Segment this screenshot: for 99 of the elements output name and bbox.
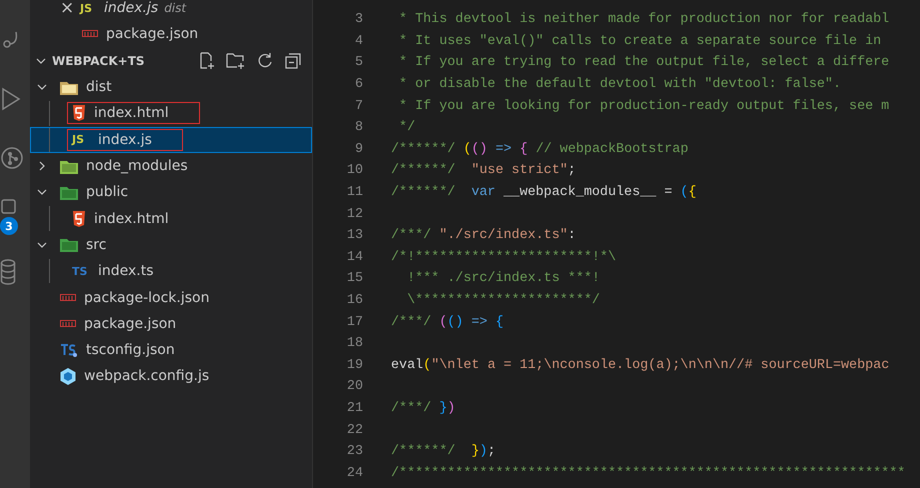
folder-hint: dist (164, 1, 186, 15)
file-name: node_modules (86, 158, 188, 174)
file-name: index.js (98, 132, 152, 148)
line-number: 8 (354, 120, 363, 136)
code-line: /******/ }); (391, 444, 496, 460)
html5-icon (72, 105, 86, 122)
line-number: 17 (346, 314, 363, 330)
line-number: 3 (354, 12, 363, 28)
code-line: /***/ "./src/index.ts": (391, 228, 576, 244)
line-number: 22 (346, 422, 363, 438)
line-number: 5 (354, 55, 363, 70)
tree-item[interactable]: node_modules (30, 152, 312, 180)
git-graph-icon[interactable] (0, 145, 24, 171)
file-name: public (86, 184, 128, 200)
html5-icon (72, 210, 86, 227)
chevron-down-icon[interactable] (37, 240, 47, 250)
code-line: \**********************/ (406, 293, 600, 308)
tree-item[interactable]: index.html (30, 205, 312, 232)
collapse-all-icon[interactable] (284, 52, 302, 70)
code-line: /*!**********************!*\ (391, 250, 616, 265)
file-name: index.ts (98, 263, 154, 280)
folder-icon (60, 184, 78, 200)
line-number: 10 (346, 163, 363, 178)
chevron-down-icon[interactable] (36, 56, 46, 66)
line-number: 14 (346, 250, 363, 265)
file-name: dist (86, 79, 112, 96)
file-name: webpack.config.js (84, 368, 210, 384)
code-line: * If you are looking for production-ready output files, see m (398, 98, 890, 114)
tree-item[interactable]: webpack.config.js (30, 363, 312, 390)
file-name: package.json (84, 316, 176, 332)
open-editor-item[interactable]: package.json (30, 21, 312, 47)
code-line: * This devtool is neither made for production nor for readabl (398, 12, 890, 28)
chevron-down-icon[interactable] (37, 187, 47, 198)
npm-file-icon (60, 294, 76, 302)
ts-file-icon: TS (72, 264, 90, 278)
npm-file-icon (60, 320, 76, 328)
file-name: tsconfig.json (86, 342, 175, 358)
folder-icon (60, 80, 78, 95)
line-number: 15 (346, 271, 363, 286)
file-name: src (86, 236, 106, 253)
code-line: /******/ var __webpack_modules__ = ({ (391, 185, 696, 200)
tree-item[interactable]: src (30, 232, 312, 258)
line-number: 7 (354, 98, 363, 114)
cube-icon (60, 368, 76, 385)
tree-item[interactable]: JS index.js (30, 126, 312, 153)
tree-item[interactable]: package-lock.json (30, 284, 312, 311)
code-line: * It uses "eval()" calls to create a separate source file in (398, 34, 882, 49)
line-number: 12 (346, 206, 363, 222)
code-line: * If you are trying to read the output file, select a differe (398, 55, 890, 70)
close-icon[interactable]: × (60, 0, 74, 16)
tree-item[interactable]: dist (30, 74, 312, 100)
tree-item[interactable]: package.json (30, 310, 312, 337)
code-line: /******/ (() => { // webpackBootstrap (391, 142, 688, 157)
chevron-down-icon[interactable] (37, 82, 47, 92)
code-line: /***/ (() => { (391, 314, 504, 330)
new-file-icon[interactable] (198, 52, 216, 70)
js-file-icon: JS (80, 2, 98, 14)
notification-badge: 3 (0, 217, 18, 235)
code-line: /******/ "use strict"; (391, 163, 576, 178)
code-line: eval("\nlet a = 11;\nconsole.log(a);\n\n\n//# sourceURL=webpac (391, 358, 890, 373)
section-title[interactable]: WEBPACK+TS (52, 54, 145, 68)
line-number: 11 (346, 185, 363, 200)
line-number: 21 (346, 400, 363, 416)
chevron-right-icon[interactable] (37, 161, 47, 172)
code-line: * or disable the default devtool with "devtool: false". (398, 77, 841, 92)
new-folder-icon[interactable] (226, 52, 246, 70)
database-icon[interactable] (0, 258, 16, 286)
file-name: package.json (106, 26, 198, 42)
file-name: index.js (104, 0, 158, 16)
code-line: /***/ }) (391, 400, 456, 416)
file-name: index.html (94, 210, 169, 227)
extensions-icon[interactable] (0, 198, 18, 216)
folder-icon (60, 158, 78, 174)
line-number: 23 (346, 444, 363, 460)
refresh-icon[interactable] (256, 52, 274, 70)
tree-item[interactable]: tsconfig.json (30, 336, 312, 364)
code-line: */ (398, 120, 416, 136)
code-line: /*************************************************************** (391, 466, 906, 481)
tree-item[interactable]: index.html (30, 100, 312, 127)
line-number: 20 (346, 379, 363, 394)
open-editor-item[interactable]: × JS index.js dist (30, 0, 312, 21)
line-number: 19 (346, 358, 363, 373)
line-number: 24 (346, 466, 363, 481)
tsconfig-icon (60, 342, 78, 358)
code-line: !*** ./src/index.ts ***! (406, 271, 600, 286)
line-number: 18 (346, 336, 363, 352)
line-number: 9 (354, 142, 363, 157)
line-number: 4 (354, 34, 363, 49)
folder-icon (60, 237, 78, 252)
js-file-icon: JS (72, 133, 90, 146)
tree-item[interactable]: TS index.ts (30, 258, 312, 284)
run-debug-icon[interactable] (0, 86, 22, 112)
npm-file-icon (82, 30, 98, 38)
line-number: 16 (346, 293, 363, 308)
line-number: 13 (346, 228, 363, 244)
line-number: 6 (354, 77, 363, 92)
file-name: index.html (94, 105, 169, 122)
file-name: package-lock.json (84, 290, 210, 306)
tree-item[interactable]: public (30, 179, 312, 206)
